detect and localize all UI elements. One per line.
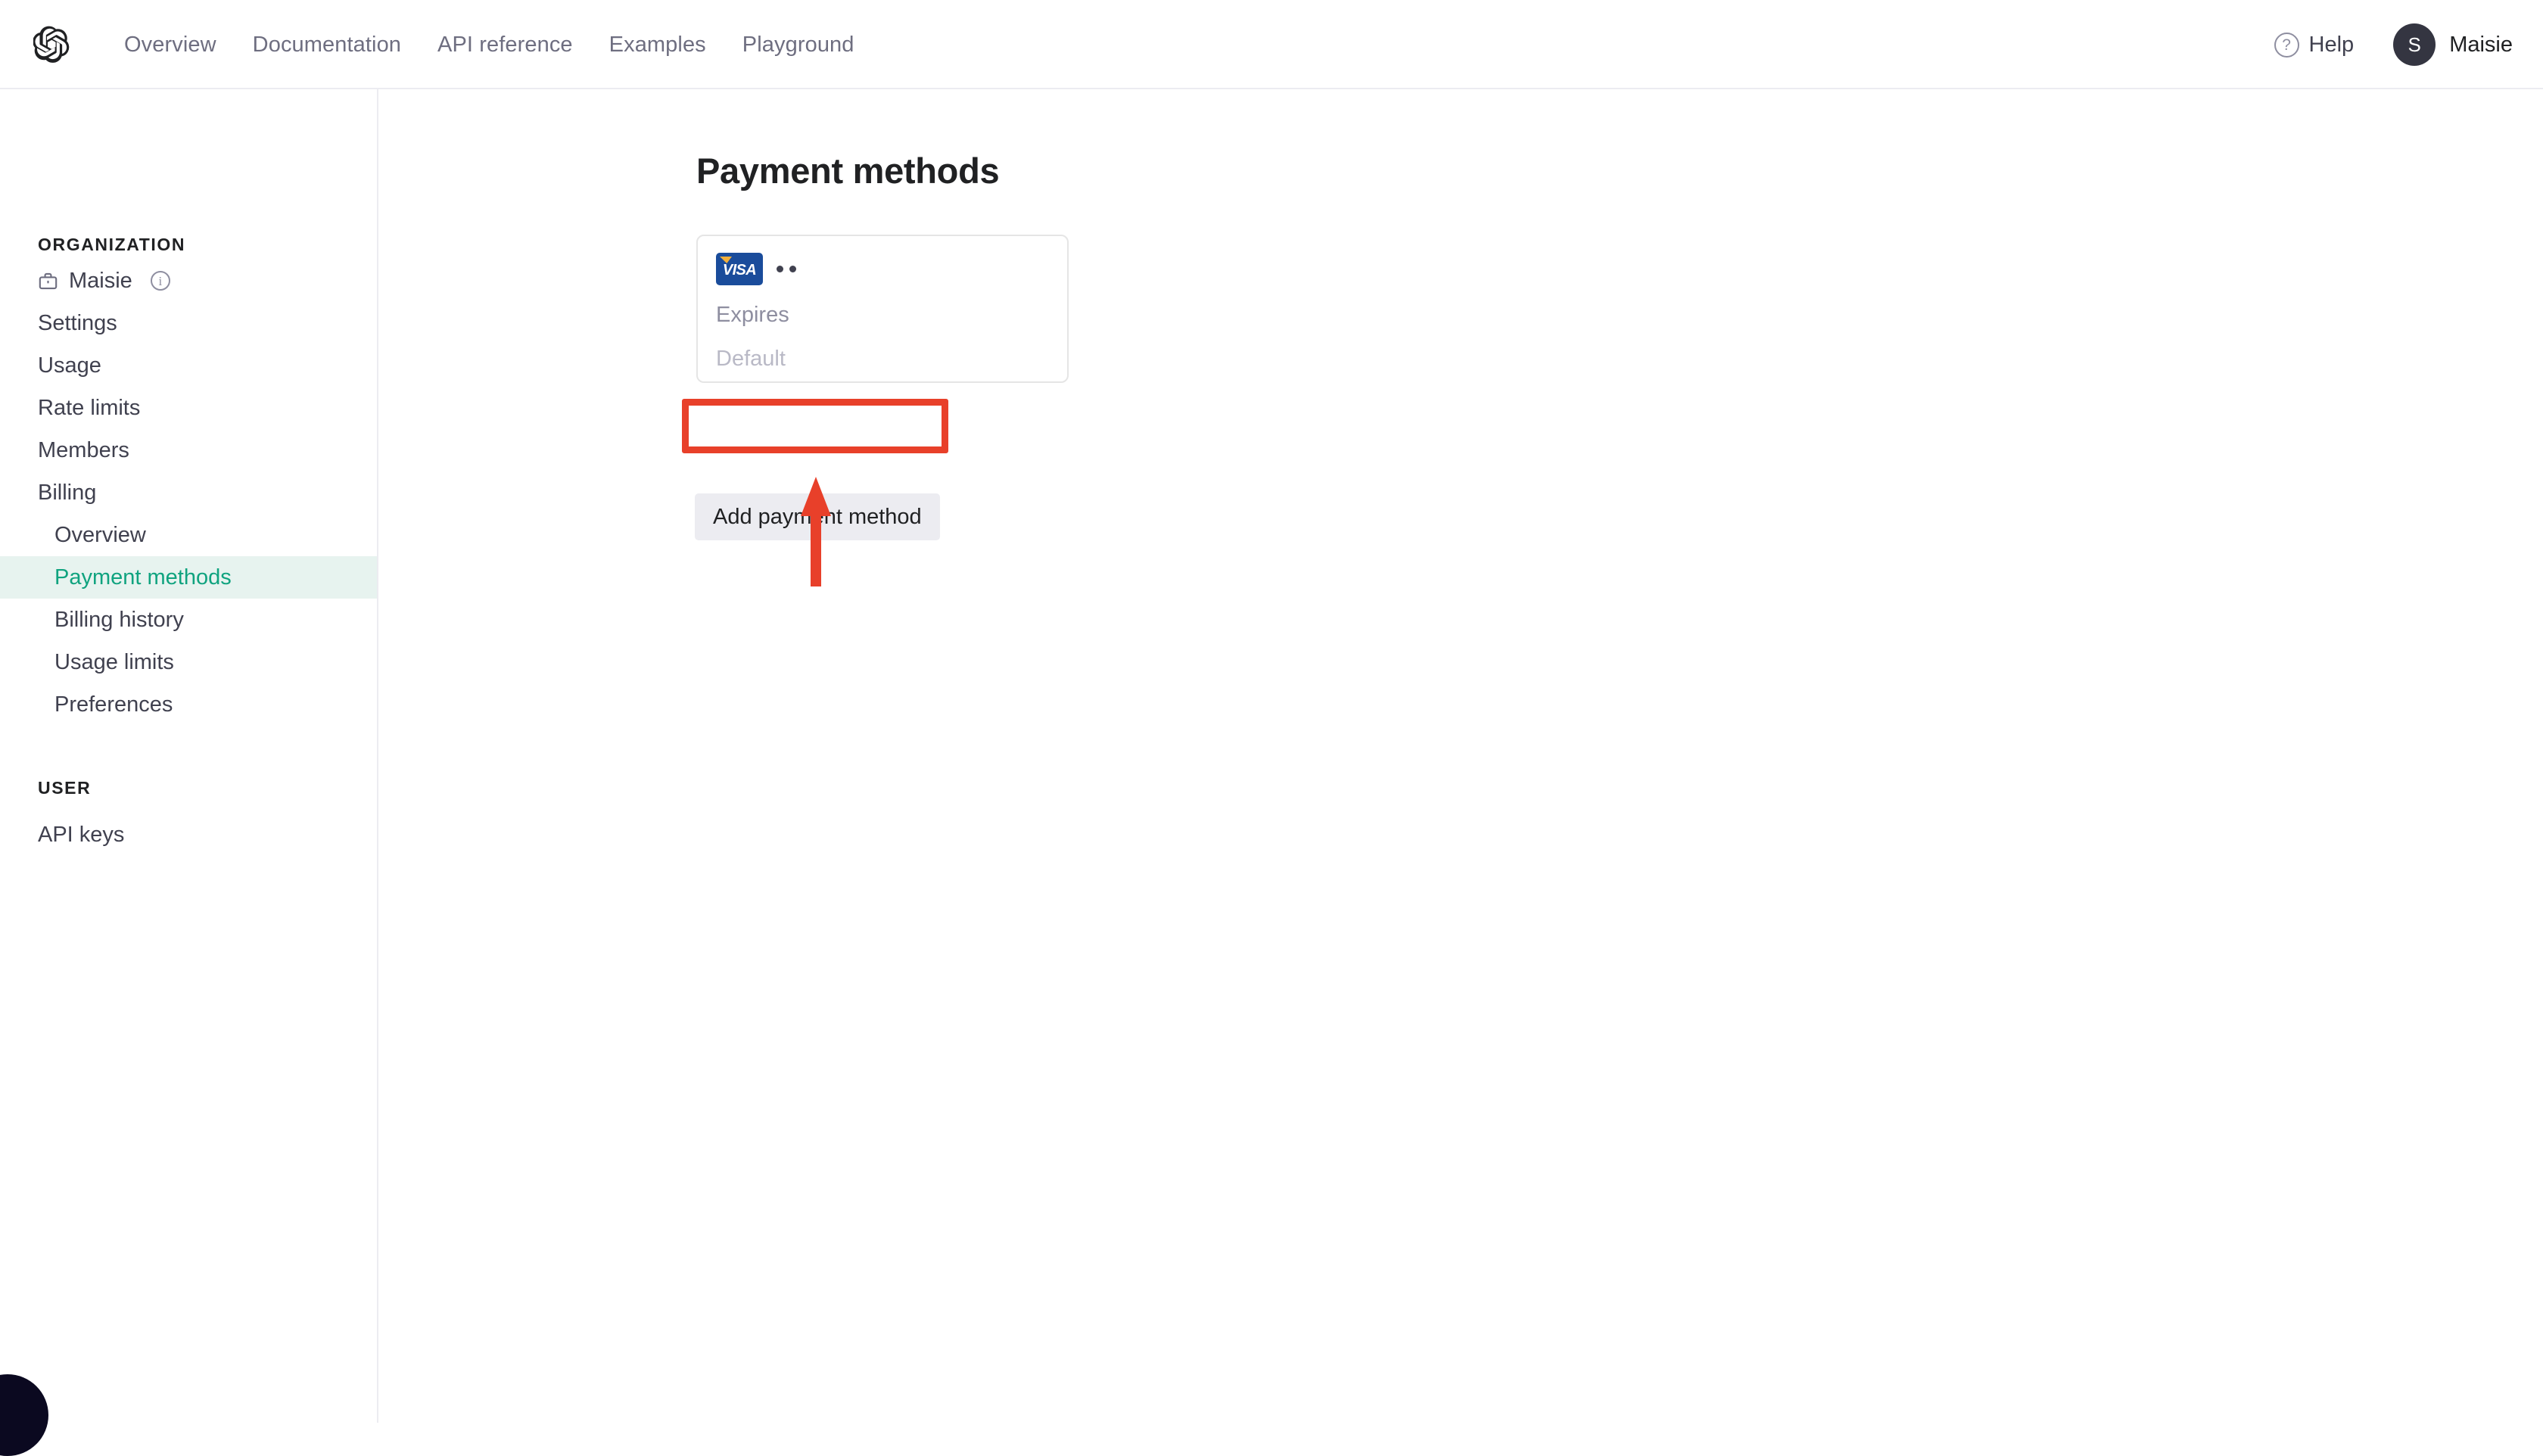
sidebar-item-usage[interactable]: Usage [0,344,377,387]
nav-link-overview[interactable]: Overview [106,33,235,58]
sidebar-item-payment-methods[interactable]: Payment methods [0,556,377,599]
sidebar-item-members[interactable]: Members [0,429,377,471]
sidebar-item-label: Rate limits [38,396,140,421]
sidebar-item-usage-limits[interactable]: Usage limits [0,641,377,683]
nav-link-examples[interactable]: Examples [591,33,724,58]
primary-nav: Overview Documentation API reference Exa… [106,0,873,89]
sidebar-item-api-keys[interactable]: API keys [0,814,377,856]
sidebar-item-label: Billing history [54,608,184,633]
info-circle-icon[interactable]: i [151,271,170,291]
openai-logo-icon[interactable] [33,25,73,64]
main-content: Payment methods VISA Expires Default Add… [380,89,2543,1423]
payment-method-card[interactable]: VISA Expires Default [696,235,1069,383]
card-brand-row: VISA [716,253,796,285]
sidebar-item-rate-limits[interactable]: Rate limits [0,387,377,429]
sidebar: ORGANIZATION Maisie i Settings Usage Rat… [0,89,378,1423]
help-label: Help [2309,33,2355,58]
avatar: S [2393,23,2436,66]
sidebar-section-user: USER [0,773,377,803]
organization-name: Maisie [69,269,132,294]
sidebar-section-organization: ORGANIZATION [0,229,377,260]
sidebar-item-label: Payment methods [54,565,232,590]
sidebar-item-preferences[interactable]: Preferences [0,683,377,726]
sidebar-item-label: Preferences [54,692,173,717]
annotation-highlight-box [682,399,948,453]
account-menu[interactable]: S Maisie [2393,23,2513,66]
sidebar-item-billing-history[interactable]: Billing history [0,599,377,641]
sidebar-item-label: Usage [38,353,101,378]
page-title: Payment methods [696,150,999,191]
sidebar-item-label: API keys [38,823,124,848]
sidebar-item-label: Settings [38,311,117,336]
question-mark-circle-icon: ? [2274,33,2299,58]
nav-link-playground[interactable]: Playground [724,33,873,58]
briefcase-icon [38,271,58,291]
top-header: Overview Documentation API reference Exa… [0,0,2543,89]
header-actions: ? Help S Maisie [2274,0,2513,89]
sidebar-item-label: Members [38,438,129,463]
sidebar-item-label: Usage limits [54,650,174,675]
sidebar-item-organization[interactable]: Maisie i [0,260,377,302]
card-default-label: Default [716,347,786,372]
sidebar-item-billing-overview[interactable]: Overview [0,514,377,556]
masked-card-digits [777,266,796,272]
help-button[interactable]: ? Help [2274,33,2355,58]
visa-card-icon: VISA [716,253,763,285]
sidebar-item-label: Billing [38,481,96,506]
nav-link-api-reference[interactable]: API reference [419,33,591,58]
sidebar-item-label: Overview [54,523,146,548]
nav-link-documentation[interactable]: Documentation [235,33,419,58]
visa-logo-text: VISA [723,262,756,279]
sidebar-item-settings[interactable]: Settings [0,302,377,344]
add-payment-method-button[interactable]: Add payment method [695,493,940,540]
sidebar-item-billing[interactable]: Billing [0,471,377,514]
account-name: Maisie [2449,33,2513,58]
card-expires-label: Expires [716,303,789,328]
